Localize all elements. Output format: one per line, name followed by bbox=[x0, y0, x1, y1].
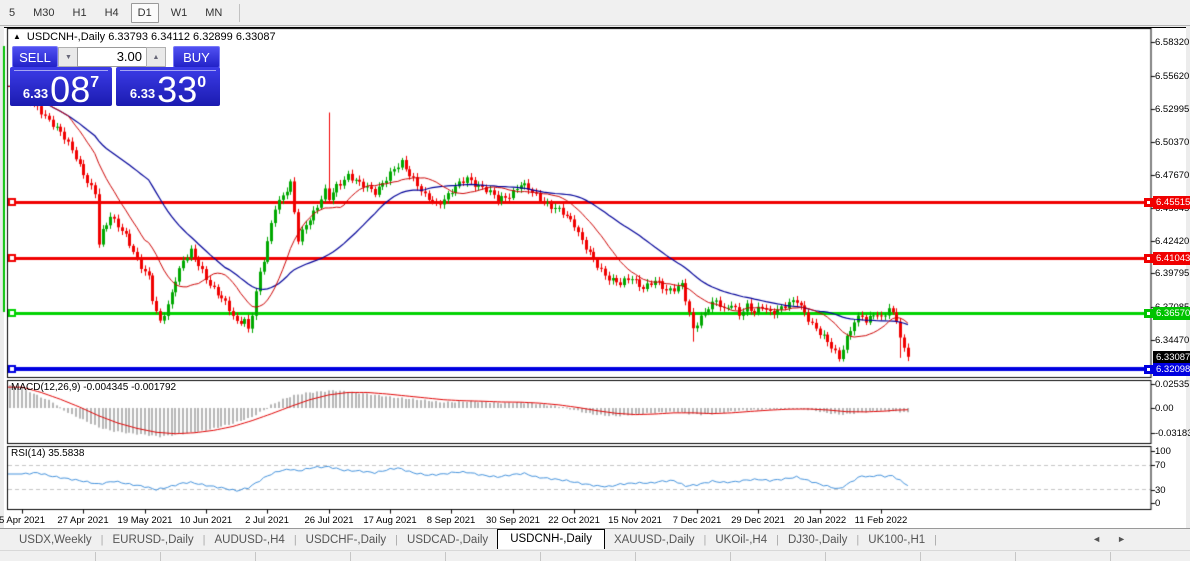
chart-tab-eurusd[interactable]: EURUSD-,Daily bbox=[104, 532, 203, 548]
buy-price-sup: 0 bbox=[197, 74, 206, 92]
volume-decrease-icon[interactable]: ▼ bbox=[58, 47, 79, 67]
date-tick-label: 20 Jan 2022 bbox=[794, 515, 846, 526]
date-tick-label: 8 Sep 2021 bbox=[427, 515, 476, 526]
price-badge: 6.32098 bbox=[1153, 363, 1190, 376]
rsi-tick-label: 0 bbox=[1155, 498, 1160, 509]
date-tick-label: 29 Dec 2021 bbox=[731, 515, 785, 526]
chart-tab-usdchf[interactable]: USDCHF-,Daily bbox=[297, 532, 396, 548]
status-bar bbox=[0, 550, 1190, 561]
timeframe-button-h1[interactable]: H1 bbox=[67, 4, 93, 22]
macd-tick-label: 0.025357 bbox=[1155, 379, 1190, 390]
date-tick-label: 19 May 2021 bbox=[118, 515, 173, 526]
rsi-tick-label: 30 bbox=[1155, 485, 1166, 496]
price-tick-label: 6.34470 bbox=[1155, 335, 1189, 346]
tab-separator: | bbox=[934, 534, 937, 546]
sell-button[interactable]: SELL bbox=[12, 46, 58, 68]
price-tick-label: 6.42420 bbox=[1155, 236, 1189, 247]
price-badge: 6.36570 bbox=[1153, 307, 1190, 320]
date-tick-label: 30 Sep 2021 bbox=[486, 515, 540, 526]
tab-scroll-left-icon[interactable]: ◄ bbox=[1092, 534, 1117, 544]
chart-tab-usdx[interactable]: USDX,Weekly bbox=[10, 532, 101, 548]
chart-title: USDCNH-,Daily 6.33793 6.34112 6.32899 6.… bbox=[27, 31, 276, 43]
chart-tab-uk100[interactable]: UK100-,H1 bbox=[859, 532, 934, 548]
one-click-trade-panel: SELL ▼ 3.00 ▲ BUY 6.33 08 7 6.33 33 0 bbox=[10, 44, 220, 106]
price-badge: 6.45515 bbox=[1153, 196, 1190, 209]
date-tick-label: 11 Feb 2022 bbox=[855, 515, 908, 526]
level-marker-square bbox=[1144, 198, 1153, 207]
sell-price-sup: 7 bbox=[90, 74, 99, 92]
sell-price-small: 6.33 bbox=[23, 86, 48, 101]
toolbar-separator bbox=[239, 4, 240, 22]
chart-tab-bar: USDX,Weekly|EURUSD-,Daily|AUDUSD-,H4|USD… bbox=[0, 528, 1190, 550]
macd-tick-label: -0.031831 bbox=[1155, 428, 1190, 439]
rsi-tick-label: 100 bbox=[1155, 446, 1171, 457]
date-tick-label: 15 Nov 2021 bbox=[608, 515, 662, 526]
chart-tab-ukoil[interactable]: UKOil-,H4 bbox=[706, 532, 776, 548]
tab-scroll-arrows: ◄► bbox=[1092, 534, 1142, 544]
rsi-tick-label: 70 bbox=[1155, 460, 1166, 471]
price-badge: 6.41043 bbox=[1153, 252, 1190, 265]
price-tick-label: 6.50370 bbox=[1155, 137, 1189, 148]
price-tick-label: 6.39795 bbox=[1155, 268, 1189, 279]
timeframe-button-h4[interactable]: H4 bbox=[99, 4, 125, 22]
sell-price-big: 08 bbox=[50, 73, 90, 106]
date-tick-label: 5 Apr 2021 bbox=[0, 515, 45, 526]
chart-title-bar: ▲ USDCNH-,Daily 6.33793 6.34112 6.32899 … bbox=[13, 31, 276, 43]
price-tick-label: 6.58320 bbox=[1155, 37, 1189, 48]
chart-tab-usdcnh[interactable]: USDCNH-,Daily bbox=[497, 529, 605, 549]
timeframe-button-m30[interactable]: M30 bbox=[27, 4, 60, 22]
level-marker-square bbox=[1144, 309, 1153, 318]
timeframe-button-5[interactable]: 5 bbox=[3, 4, 21, 22]
price-tick-label: 6.55620 bbox=[1155, 71, 1189, 82]
volume-input[interactable]: 3.00 bbox=[77, 47, 148, 67]
macd-tick-label: 0.00 bbox=[1155, 403, 1174, 414]
buy-price-big: 33 bbox=[157, 73, 197, 106]
buy-price-small: 6.33 bbox=[130, 86, 155, 101]
date-tick-label: 26 Jul 2021 bbox=[304, 515, 353, 526]
buy-price-button[interactable]: 6.33 33 0 bbox=[116, 67, 220, 106]
date-tick-label: 27 Apr 2021 bbox=[57, 515, 108, 526]
collapse-chart-icon[interactable]: ▲ bbox=[13, 33, 21, 41]
sell-price-button[interactable]: 6.33 08 7 bbox=[10, 67, 112, 106]
chart-tab-usdcad[interactable]: USDCAD-,Daily bbox=[398, 532, 497, 548]
date-tick-label: 10 Jun 2021 bbox=[180, 515, 232, 526]
level-marker-square bbox=[1144, 254, 1153, 263]
buy-button[interactable]: BUY bbox=[173, 46, 220, 68]
date-tick-label: 22 Oct 2021 bbox=[548, 515, 600, 526]
date-tick-label: 7 Dec 2021 bbox=[673, 515, 722, 526]
chart-tab-audusd[interactable]: AUDUSD-,H4 bbox=[206, 532, 294, 548]
price-tick-label: 6.47670 bbox=[1155, 170, 1189, 181]
date-tick-label: 2 Jul 2021 bbox=[245, 515, 289, 526]
timeframe-button-w1[interactable]: W1 bbox=[165, 4, 194, 22]
timeframe-toolbar: 5 M30 H1 H4 D1 W1 MN bbox=[0, 0, 1190, 26]
date-tick-label: 17 Aug 2021 bbox=[363, 515, 416, 526]
timeframe-button-d1[interactable]: D1 bbox=[131, 3, 159, 23]
level-marker-square bbox=[1144, 365, 1153, 374]
timeframe-button-mn[interactable]: MN bbox=[199, 4, 228, 22]
price-tick-label: 6.52995 bbox=[1155, 104, 1189, 115]
chart-tab-xauusd[interactable]: XAUUSD-,Daily bbox=[605, 532, 704, 548]
tab-scroll-right-icon[interactable]: ► bbox=[1117, 534, 1142, 544]
chart-tab-dj30[interactable]: DJ30-,Daily bbox=[779, 532, 856, 548]
rsi-indicator-label: RSI(14) 35.5838 bbox=[11, 448, 84, 459]
volume-increase-icon[interactable]: ▲ bbox=[146, 47, 166, 67]
macd-indicator-label: MACD(12,26,9) -0.004345 -0.001792 bbox=[11, 382, 176, 393]
